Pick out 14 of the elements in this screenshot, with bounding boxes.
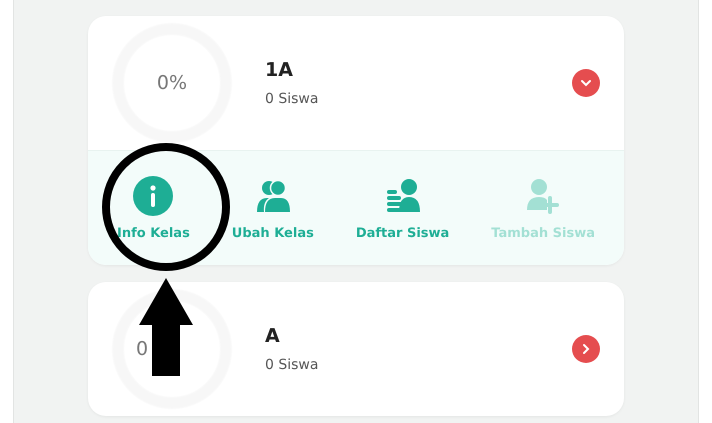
class-name: 1A — [265, 59, 294, 81]
action-button[interactable]: Info Kelas — [116, 176, 190, 240]
action-button[interactable]: Ubah Kelas — [232, 176, 314, 240]
chevron-down-icon — [580, 77, 592, 89]
student-count: 0 Siswa — [265, 357, 320, 373]
info-icon — [133, 176, 174, 216]
student-count: 0 Siswa — [265, 91, 320, 107]
progress-percent: 0% — [156, 72, 188, 94]
toggle-button[interactable] — [572, 69, 600, 97]
chevron-right-icon — [580, 343, 592, 355]
progress-percent: 0 — [136, 338, 148, 360]
toggle-button[interactable] — [572, 335, 600, 363]
action-button[interactable]: Daftar Siswa — [356, 176, 450, 240]
class-name: A — [265, 325, 281, 347]
